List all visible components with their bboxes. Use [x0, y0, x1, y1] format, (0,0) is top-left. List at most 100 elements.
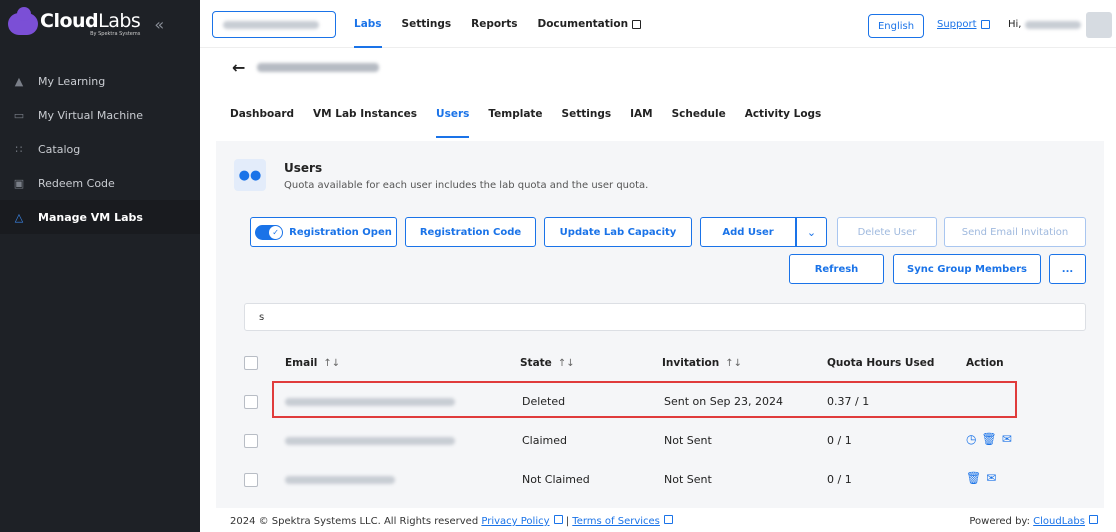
row-invitation: Not Sent: [664, 473, 712, 486]
tenant-select[interactable]: [212, 11, 336, 38]
tab-users[interactable]: Users: [436, 98, 470, 138]
header-invitation[interactable]: Invitation ↑↓: [662, 357, 742, 369]
tab-dashboard[interactable]: Dashboard: [230, 98, 294, 130]
nav-labs[interactable]: Labs: [354, 0, 382, 48]
registration-code-button[interactable]: Registration Code: [405, 217, 536, 247]
header-state[interactable]: State ↑↓: [520, 357, 575, 369]
nav-reports[interactable]: Reports: [471, 0, 517, 48]
external-link-icon: [980, 20, 990, 29]
email-redacted: [285, 437, 455, 445]
sort-icon: ↑↓: [557, 358, 575, 369]
logo-main-light-text: Labs: [98, 9, 141, 32]
users-subtitle: Quota available for each user includes t…: [284, 180, 649, 191]
mail-icon[interactable]: ✉: [986, 471, 996, 485]
registration-open-label: Registration Open: [289, 226, 392, 238]
search-input[interactable]: s: [244, 303, 1086, 331]
sidebar-item-my-learning[interactable]: ▲ My Learning: [0, 64, 200, 98]
sidebar-item-manage-vm-labs[interactable]: △ Manage VM Labs: [0, 200, 200, 234]
graduation-cap-icon: ▲: [14, 74, 24, 88]
header-invitation-label: Invitation: [662, 357, 720, 369]
page-title-redacted: [257, 62, 380, 72]
tab-iam[interactable]: IAM: [630, 98, 652, 130]
trash-icon[interactable]: 🗑: [966, 471, 981, 485]
row-quota: 0 / 1: [827, 473, 852, 486]
row-quota: 0 / 1: [827, 434, 852, 447]
table-row[interactable]: Not Claimed Not Sent 0 / 1 🗑 ✉: [244, 462, 1086, 498]
flask-icon: △: [14, 210, 24, 224]
tab-schedule[interactable]: Schedule: [672, 98, 726, 130]
top-bar: Labs Settings Reports Documentation Engl…: [200, 0, 1116, 48]
sidebar: CloudLabs By Spektra Systems « ▲ My Lear…: [0, 0, 200, 532]
user-greeting[interactable]: Hi,: [1008, 19, 1082, 30]
sidebar-item-label: My Virtual Machine: [38, 108, 143, 122]
sidebar-item-catalog[interactable]: ∷ Catalog: [0, 132, 200, 166]
cloudlabs-logo[interactable]: CloudLabs By Spektra Systems: [8, 7, 141, 37]
footer-separator: |: [565, 516, 570, 527]
privacy-policy-link[interactable]: Privacy Policy: [481, 516, 549, 527]
table-row[interactable]: Claimed Not Sent 0 / 1 ◷ 🗑 ✉: [244, 423, 1086, 459]
registration-open-toggle[interactable]: Registration Open: [250, 217, 397, 247]
header-quota: Quota Hours Used: [827, 357, 935, 369]
row-checkbox[interactable]: [244, 473, 258, 487]
nav-documentation-label: Documentation: [537, 18, 629, 30]
row-invitation: Not Sent: [664, 434, 712, 447]
terms-link[interactable]: Terms of Services: [572, 516, 660, 527]
powered-by-text: Powered by:: [969, 516, 1030, 527]
users-title: Users: [284, 161, 323, 175]
chevron-down-icon: ⌄: [806, 225, 817, 239]
greeting-label: Hi,: [1008, 19, 1022, 30]
tab-vm-lab-instances[interactable]: VM Lab Instances: [313, 98, 417, 130]
update-lab-capacity-button[interactable]: Update Lab Capacity: [544, 217, 692, 247]
language-button[interactable]: English: [868, 14, 924, 38]
footer-left: 2024 © Spektra Systems LLC. All Rights r…: [230, 515, 673, 527]
header-email[interactable]: Email ↑↓: [285, 357, 340, 369]
support-label: Support: [937, 19, 977, 30]
sidebar-item-label: Catalog: [38, 142, 81, 156]
external-link-icon: [663, 515, 673, 524]
add-user-button[interactable]: Add User: [700, 217, 796, 247]
top-nav: Labs Settings Reports Documentation: [354, 0, 661, 48]
header-email-label: Email: [285, 357, 318, 369]
header-state-label: State: [520, 357, 552, 369]
avatar[interactable]: [1086, 12, 1112, 38]
sort-icon: ↑↓: [725, 358, 743, 369]
logo-main-text: Cloud: [40, 9, 99, 32]
user-name-redacted: [1025, 20, 1082, 29]
sidebar-item-label: Redeem Code: [38, 176, 115, 190]
tab-settings[interactable]: Settings: [562, 98, 612, 130]
nav-documentation[interactable]: Documentation: [538, 0, 642, 48]
tab-template[interactable]: Template: [488, 98, 542, 130]
row-actions: ◷ 🗑 ✉: [966, 432, 1012, 446]
grid-icon: ∷: [15, 142, 23, 156]
trash-icon[interactable]: 🗑: [981, 432, 996, 446]
logo-subtitle: By Spektra Systems: [90, 30, 141, 37]
cloudlabs-link[interactable]: CloudLabs: [1033, 516, 1085, 527]
add-user-dropdown[interactable]: ⌄: [796, 217, 827, 247]
row-checkbox[interactable]: [244, 434, 258, 448]
send-email-invitation-button[interactable]: Send Email Invitation: [944, 217, 1086, 247]
select-all-checkbox[interactable]: [244, 356, 258, 370]
users-card: ●● Users Quota available for each user i…: [216, 141, 1104, 532]
row-checkbox[interactable]: [244, 395, 258, 409]
back-arrow-icon[interactable]: ←: [232, 58, 245, 77]
email-redacted: [285, 476, 395, 484]
chevron-left-icon[interactable]: «: [154, 15, 164, 34]
sync-group-members-button[interactable]: Sync Group Members: [893, 254, 1041, 284]
more-options-button[interactable]: ...: [1049, 254, 1086, 284]
copyright-text: 2024 © Spektra Systems LLC. All Rights r…: [230, 516, 479, 527]
tab-activity-logs[interactable]: Activity Logs: [745, 98, 822, 130]
clock-icon[interactable]: ◷: [966, 432, 976, 446]
page-title-row: ←: [232, 52, 380, 82]
delete-user-button[interactable]: Delete User: [837, 217, 937, 247]
monitor-icon: ▭: [13, 108, 25, 122]
support-link[interactable]: Support: [937, 19, 990, 30]
row-state: Not Claimed: [522, 473, 590, 486]
refresh-button[interactable]: Refresh: [789, 254, 884, 284]
mail-icon[interactable]: ✉: [1002, 432, 1012, 446]
footer: 2024 © Spektra Systems LLC. All Rights r…: [200, 508, 1116, 532]
main-content: ← Dashboard VM Lab Instances Users Templ…: [200, 48, 1116, 532]
sidebar-item-my-virtual-machine[interactable]: ▭ My Virtual Machine: [0, 98, 200, 132]
sidebar-item-redeem-code[interactable]: ▣ Redeem Code: [0, 166, 200, 200]
nav-settings[interactable]: Settings: [402, 0, 452, 48]
external-link-icon: [632, 19, 642, 29]
